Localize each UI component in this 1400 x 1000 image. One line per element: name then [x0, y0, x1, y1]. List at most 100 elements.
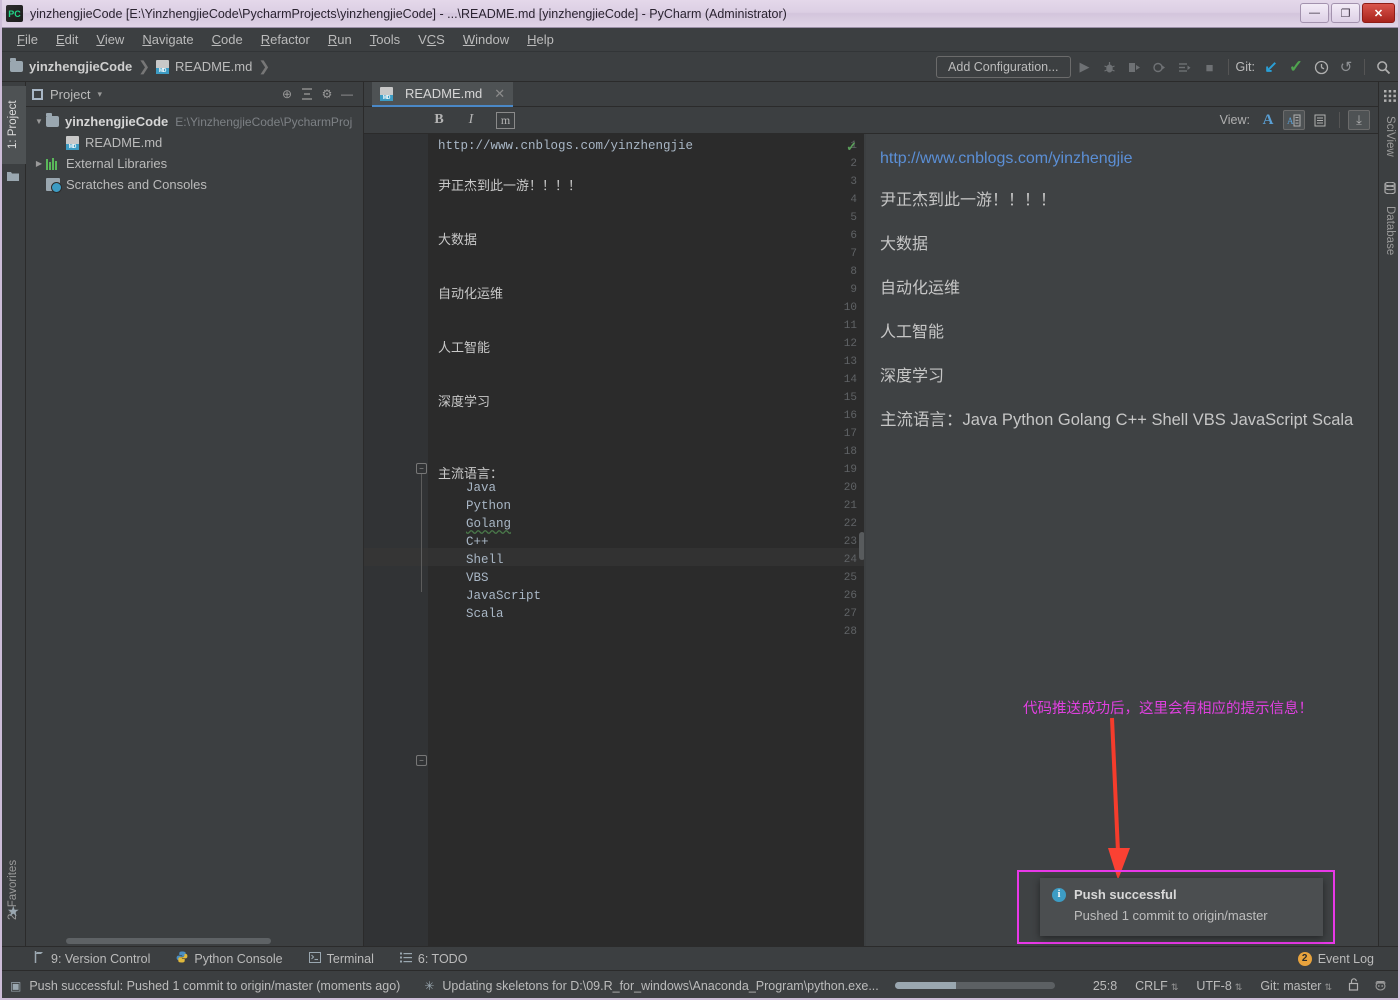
- inspector-hector-icon[interactable]: [1367, 978, 1394, 994]
- tool-window-python-console[interactable]: Python Console: [176, 951, 283, 966]
- sidebar-item-database[interactable]: Database: [1379, 198, 1400, 264]
- tool-window-terminal[interactable]: Terminal: [308, 951, 374, 966]
- close-tab-icon[interactable]: ✕: [494, 86, 505, 102]
- menu-navigate[interactable]: Navigate: [133, 30, 202, 49]
- code-line[interactable]: 尹正杰到此一游！！！！: [438, 175, 581, 194]
- markdown-preview-pane: http://www.cnblogs.com/yinzhengjie 尹正杰到此…: [866, 134, 1378, 946]
- git-commit-icon[interactable]: ✓: [1285, 56, 1307, 78]
- git-branch-indicator[interactable]: Git: master ⇅: [1251, 979, 1341, 993]
- run-icon[interactable]: ▶: [1074, 56, 1096, 78]
- expand-arrow-icon[interactable]: ▼: [32, 117, 46, 126]
- markdown-toolbar-divider: [1339, 112, 1340, 128]
- fold-collapse-icon[interactable]: −: [416, 463, 427, 474]
- line-separator-indicator[interactable]: CRLF ⇅: [1126, 979, 1187, 993]
- chevron-down-icon[interactable]: ▾: [97, 89, 102, 100]
- scroll-from-source-icon[interactable]: ⊕: [277, 84, 297, 104]
- sidebar-item-sciview[interactable]: SciView: [1379, 106, 1400, 166]
- preview-languages-line: 主流语言：Java Python Golang C++ Shell VBS Ja…: [880, 406, 1364, 430]
- editor-gutter[interactable]: [364, 134, 414, 946]
- stop-icon[interactable]: ■: [1199, 56, 1221, 78]
- encoding-indicator[interactable]: UTF-8 ⇅: [1187, 979, 1251, 993]
- code-line[interactable]: 人工智能: [438, 337, 490, 356]
- collapse-arrow-icon[interactable]: ▶: [32, 159, 46, 168]
- menu-file[interactable]: File: [8, 30, 47, 49]
- close-button[interactable]: ✕: [1362, 3, 1395, 23]
- hide-panel-icon[interactable]: —: [337, 84, 357, 104]
- tree-node-external-libraries[interactable]: ▶ External Libraries: [26, 153, 363, 174]
- breadcrumb-file[interactable]: README.md: [156, 59, 252, 74]
- code-line[interactable]: 主流语言：: [438, 463, 503, 482]
- profile-icon[interactable]: [1149, 56, 1171, 78]
- tool-window-version-control[interactable]: 9: Version Control: [34, 951, 150, 966]
- code-line[interactable]: Scala: [466, 607, 504, 621]
- code-line[interactable]: C++: [466, 535, 489, 549]
- preview-paragraph: 深度学习: [880, 366, 945, 385]
- scroll-sync-icon[interactable]: ⤓: [1348, 110, 1370, 130]
- add-configuration-button[interactable]: Add Configuration...: [936, 56, 1071, 78]
- collapse-all-icon[interactable]: [297, 84, 317, 104]
- menu-help[interactable]: Help: [518, 30, 563, 49]
- settings-gear-icon[interactable]: ⚙: [317, 84, 337, 104]
- event-log-button[interactable]: 2 Event Log: [1297, 951, 1374, 966]
- menu-edit[interactable]: Edit: [47, 30, 87, 49]
- menu-view[interactable]: View: [87, 30, 133, 49]
- code-line[interactable]: VBS: [466, 571, 489, 585]
- menu-run[interactable]: Run: [319, 30, 361, 49]
- status-message: Push successful: Pushed 1 commit to orig…: [29, 978, 401, 993]
- italic-button[interactable]: I: [458, 109, 484, 131]
- bold-button[interactable]: B: [426, 109, 452, 131]
- inspection-ok-icon[interactable]: ✓: [846, 139, 857, 155]
- view-text-icon[interactable]: A: [1257, 110, 1279, 130]
- code-editor[interactable]: 1 2 3 4 5 6 7 8 9 10 11 12 13 14 15 16 17 18 19 20 21 22 23 24 2…: [364, 134, 865, 946]
- menu-window[interactable]: Window: [454, 30, 518, 49]
- status-message-icon[interactable]: ▣: [10, 979, 21, 993]
- tree-node-project-root[interactable]: ▼ yinzhengjieCode E:\YinzhengjieCode\Pyc…: [26, 111, 363, 132]
- maximize-button[interactable]: ❐: [1331, 3, 1360, 23]
- sidebar-item-favorites[interactable]: 2: Favorites: [0, 844, 26, 936]
- menu-refactor[interactable]: Refactor: [252, 30, 319, 49]
- tool-window-todo[interactable]: 6: TODO: [399, 952, 467, 966]
- git-history-icon[interactable]: [1310, 56, 1332, 78]
- code-line[interactable]: 大数据: [438, 229, 477, 248]
- push-successful-notification[interactable]: i Push successful Pushed 1 commit to ori…: [1040, 878, 1323, 936]
- run-coverage-icon[interactable]: [1124, 56, 1146, 78]
- code-line[interactable]: Python: [466, 499, 511, 513]
- code-line[interactable]: 深度学习: [438, 391, 490, 410]
- navigation-bar: yinzhengjieCode ❯ README.md ❯ Add Config…: [0, 52, 1400, 82]
- run-with-console-icon[interactable]: [1174, 56, 1196, 78]
- view-preview-icon[interactable]: [1309, 110, 1331, 130]
- project-panel-hscrollbar[interactable]: [66, 938, 271, 944]
- code-line[interactable]: http://www.cnblogs.com/yinzhengjie: [438, 139, 693, 153]
- minimize-button[interactable]: —: [1300, 3, 1329, 23]
- tree-node-readme[interactable]: README.md: [26, 132, 363, 153]
- database-icon: [1384, 181, 1396, 195]
- debug-icon[interactable]: [1099, 56, 1121, 78]
- fold-end-icon[interactable]: −: [416, 755, 427, 766]
- preview-languages-value: Java Python Golang C++ Shell VBS JavaScr…: [962, 411, 1354, 429]
- tree-node-scratches[interactable]: Scratches and Consoles: [26, 174, 363, 195]
- breadcrumb-project[interactable]: yinzhengjieCode: [10, 58, 132, 74]
- sidebar-item-project[interactable]: 1: Project: [0, 86, 26, 164]
- menu-tools[interactable]: Tools: [361, 30, 409, 49]
- preview-link[interactable]: http://www.cnblogs.com/yinzhengjie: [880, 150, 1364, 168]
- code-line[interactable]: Shell: [466, 553, 504, 567]
- lock-icon[interactable]: [1341, 977, 1367, 994]
- menu-code[interactable]: Code: [203, 30, 252, 49]
- git-revert-icon[interactable]: ↺: [1335, 56, 1357, 78]
- markdown-view-controls: View: A A ⤓: [1220, 110, 1370, 130]
- notification-body: Pushed 1 commit to origin/master: [1074, 908, 1268, 923]
- view-split-icon[interactable]: A: [1283, 110, 1305, 130]
- code-span-button[interactable]: m: [496, 111, 515, 129]
- editor-text-content[interactable]: http://www.cnblogs.com/yinzhengjie 尹正杰到此一…: [428, 134, 865, 946]
- git-update-icon[interactable]: ↙: [1260, 56, 1282, 78]
- python-icon: [176, 951, 188, 966]
- caret-position-indicator[interactable]: 25:8: [1084, 979, 1126, 993]
- code-line[interactable]: JavaScript: [466, 589, 541, 603]
- code-line[interactable]: Golang: [466, 517, 511, 531]
- menu-vcs[interactable]: VCS: [409, 30, 454, 49]
- tab-readme-md[interactable]: README.md ✕: [372, 82, 514, 107]
- code-line[interactable]: 自动化运维: [438, 283, 503, 302]
- status-bar-indicators: 25:8 CRLF ⇅ UTF-8 ⇅ Git: master ⇅: [1084, 977, 1394, 994]
- search-icon[interactable]: [1372, 56, 1394, 78]
- code-line[interactable]: Java: [466, 481, 496, 495]
